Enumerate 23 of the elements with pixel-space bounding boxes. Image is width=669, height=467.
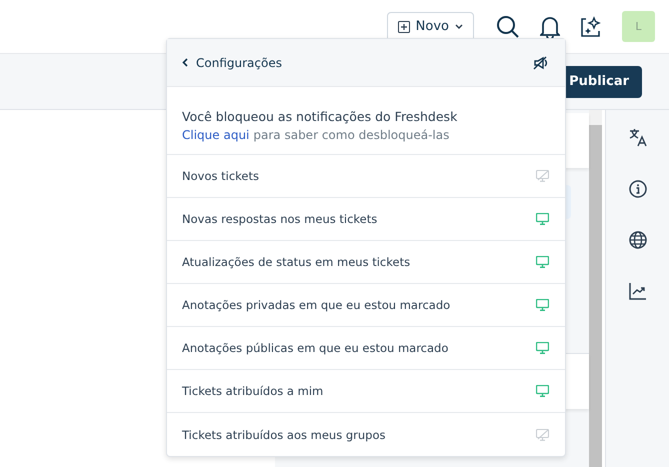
chart-icon[interactable]	[628, 282, 646, 300]
blocked-message: Você bloqueou as notificações do Freshdesk	[182, 108, 458, 126]
caret-icon	[455, 24, 463, 30]
muted-megaphone-icon[interactable]	[533, 56, 549, 70]
translate-icon[interactable]	[628, 127, 648, 147]
notification-label: Atualizações de status em meus tickets	[182, 255, 410, 269]
help-link[interactable]: Clique aqui	[182, 126, 250, 145]
search-icon[interactable]	[496, 14, 520, 38]
plus-square-icon	[398, 20, 410, 32]
notification-label: Anotações privadas em que eu estou marcado	[182, 298, 450, 312]
back-button[interactable]: Configurações	[182, 56, 282, 70]
notification-label: Tickets atribuídos a mim	[182, 384, 324, 398]
sparkle-icon[interactable]	[580, 16, 602, 38]
info-icon[interactable]	[628, 180, 646, 198]
bell-icon[interactable]	[540, 14, 560, 38]
scrollbar[interactable]	[589, 110, 602, 467]
notification-label: Anotações públicas em que eu estou marcado	[182, 341, 448, 355]
notification-label: Novas respostas nos meus tickets	[182, 212, 378, 226]
globe-icon[interactable]	[628, 231, 646, 249]
chevron-left-icon	[182, 58, 188, 67]
notification-label: Novos tickets	[182, 169, 259, 183]
notification-label: Tickets atribuídos aos meus grupos	[182, 428, 386, 442]
help-text: para saber como desbloqueá-las	[253, 127, 450, 144]
